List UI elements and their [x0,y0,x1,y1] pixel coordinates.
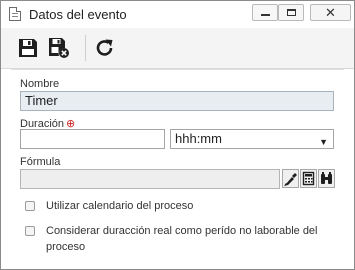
refresh-button[interactable] [94,37,116,59]
toolbar [1,28,354,69]
formula-edit-button[interactable] [282,169,299,188]
formula-search-button[interactable] [318,169,335,188]
minimize-icon [261,14,270,16]
duration-unit-select[interactable]: hhh:mm ▼ [170,129,334,149]
maximize-button[interactable] [278,4,304,21]
minimize-button[interactable] [252,4,278,21]
save-button[interactable] [17,37,39,59]
formula-field[interactable] [20,169,280,189]
real-duration-non-working-label[interactable]: Considerar duracción real como perído no… [46,223,336,255]
use-process-calendar-checkbox[interactable] [25,201,35,211]
name-label: Nombre [20,78,60,90]
use-process-calendar-label[interactable]: Utilizar calendario del proceso [46,198,336,214]
event-data-window: Datos del evento ✕ Nombre Timer Duración… [0,0,355,270]
close-button[interactable]: ✕ [310,4,351,21]
floppy-disk-close-icon [49,38,69,58]
calculator-icon [302,171,315,186]
toolbar-separator [85,35,86,61]
duration-unit-value: hhh:mm [175,131,222,146]
maximize-icon [287,9,296,16]
duration-input[interactable] [20,129,165,149]
floppy-disk-icon [19,39,37,57]
document-icon [9,7,21,21]
formula-label: Fórmula [20,156,61,168]
divider [11,69,344,70]
chevron-down-icon: ▼ [319,137,328,147]
formula-calculator-button[interactable] [300,169,317,188]
event-form: Nombre Timer Duración⊕ hhh:mm ▼ Fórmula [1,69,354,269]
binoculars-icon [321,172,332,184]
real-duration-non-working-checkbox[interactable] [25,226,35,236]
name-field[interactable]: Timer [20,91,334,111]
title-bar[interactable]: Datos del evento ✕ [1,1,354,28]
refresh-icon [96,39,113,56]
window-title: Datos del evento [29,7,127,22]
save-and-close-button[interactable] [48,37,70,59]
close-icon: ✕ [325,5,336,20]
brush-icon [284,173,297,186]
